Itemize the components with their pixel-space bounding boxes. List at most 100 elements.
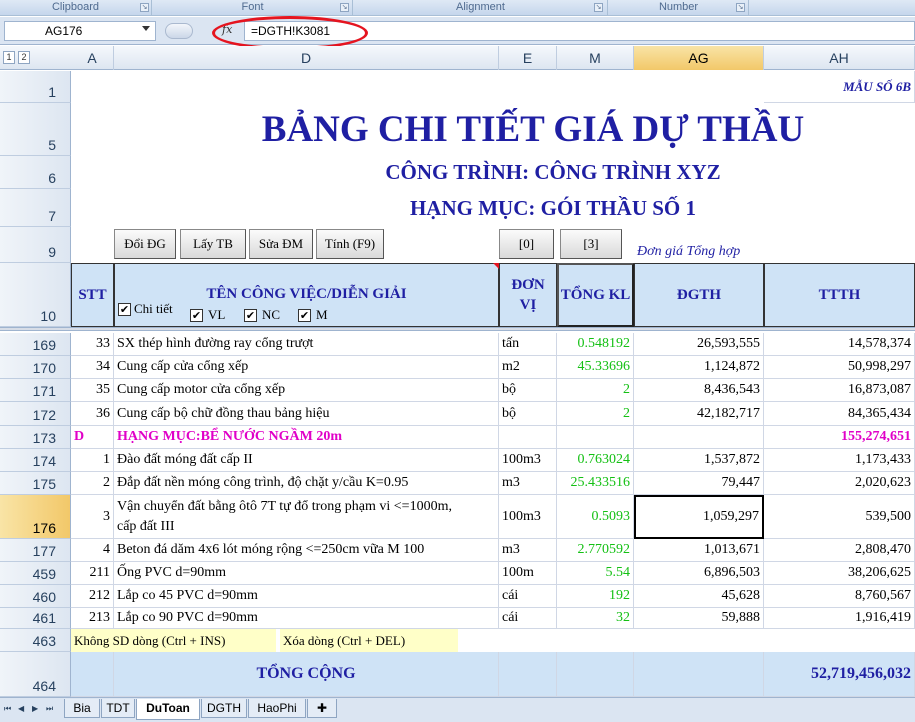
cell-dgth[interactable]: 1,013,671 (634, 539, 764, 562)
row-header[interactable]: 176 (0, 495, 71, 539)
cell-stt[interactable]: 1 (71, 449, 114, 472)
cell-stt[interactable]: 213 (71, 608, 114, 629)
row-header[interactable]: 9 (0, 227, 71, 263)
tab-dutoan[interactable]: DuToan (136, 699, 200, 720)
cell-desc[interactable]: Cung cấp bộ chữ đồng thau bảng hiệu (114, 402, 499, 426)
prev-sheet-icon[interactable]: ◀ (18, 704, 24, 713)
total-cell-a[interactable] (71, 652, 114, 697)
cell-dgth[interactable]: 6,896,503 (634, 562, 764, 585)
col-header-ah[interactable]: AH (764, 46, 915, 70)
cell-ttth[interactable]: 50,998,297 (764, 356, 915, 379)
cell-stt[interactable]: 33 (71, 333, 114, 356)
cell-ttth[interactable]: 1,916,419 (764, 608, 915, 629)
cell-unit[interactable]: bộ (499, 379, 557, 402)
col-header-a[interactable]: A (71, 46, 114, 70)
cell-desc[interactable]: Ống PVC d=90mm (114, 562, 499, 585)
cell-dgth[interactable]: 59,888 (634, 608, 764, 629)
cell-ttth[interactable]: 16,873,087 (764, 379, 915, 402)
nc-checkbox[interactable]: ✔ (244, 309, 257, 322)
next-sheet-icon[interactable]: ▶ (32, 704, 38, 713)
cell-qty[interactable] (557, 426, 634, 449)
row-header[interactable]: 169 (0, 333, 71, 356)
cell-ttth[interactable]: 2,020,623 (764, 472, 915, 495)
row-header[interactable]: 170 (0, 356, 71, 379)
cell-desc[interactable]: SX thép hình đường ray cổng trượt (114, 333, 499, 356)
cell-desc[interactable]: Cung cấp cửa cổng xếp (114, 356, 499, 379)
row-header[interactable]: 177 (0, 539, 71, 562)
row-header[interactable]: 173 (0, 426, 71, 449)
row-header[interactable]: 459 (0, 562, 71, 585)
cell-stt[interactable]: 2 (71, 472, 114, 495)
outline-level-2-button[interactable]: 2 (18, 51, 30, 64)
clipboard-launcher-icon[interactable]: ↘ (140, 3, 149, 12)
cell-dgth[interactable]: 8,436,543 (634, 379, 764, 402)
cell-qty[interactable]: 45.33696 (557, 356, 634, 379)
cell-dgth[interactable]: 1,537,872 (634, 449, 764, 472)
cell-stt[interactable]: 212 (71, 585, 114, 608)
cell-qty[interactable]: 32 (557, 608, 634, 629)
last-sheet-icon[interactable]: ⏭ (46, 704, 53, 714)
m-checkbox[interactable]: ✔ (298, 309, 311, 322)
cell-unit[interactable]: m3 (499, 472, 557, 495)
row-header[interactable]: 464 (0, 652, 71, 697)
cell-unit[interactable]: tấn (499, 333, 557, 356)
row-header[interactable]: 7 (0, 189, 71, 227)
cell-stt[interactable]: 36 (71, 402, 114, 426)
row-header[interactable]: 460 (0, 585, 71, 608)
cell-unit[interactable]: 100m3 (499, 449, 557, 472)
cell-unit[interactable]: m2 (499, 356, 557, 379)
row-header[interactable]: 174 (0, 449, 71, 472)
cell-ttth[interactable]: 2,808,470 (764, 539, 915, 562)
outline-level-1-button[interactable]: 1 (3, 51, 15, 64)
cell-desc[interactable]: HẠNG MỤC:BỂ NƯỚC NGẦM 20m (114, 426, 499, 449)
cell-stt[interactable]: 3 (71, 495, 114, 539)
insert-sheet-icon[interactable]: ✚ (307, 699, 337, 718)
row-header[interactable]: 6 (0, 156, 71, 189)
cell-unit[interactable]: bộ (499, 402, 557, 426)
cell-ttth[interactable]: 1,173,433 (764, 449, 915, 472)
header-qty-button[interactable]: TỔNG KL (557, 263, 634, 327)
lay-tb-button[interactable]: Lấy TB (180, 229, 246, 259)
cell-ttth[interactable]: 539,500 (764, 495, 915, 539)
row-header[interactable]: 463 (0, 629, 71, 652)
active-cell[interactable]: 1,059,297 (634, 495, 764, 539)
cell-stt[interactable]: 34 (71, 356, 114, 379)
cell-qty[interactable]: 0.763024 (557, 449, 634, 472)
cell-qty[interactable]: 192 (557, 585, 634, 608)
cell-ttth[interactable]: 155,274,651 (764, 426, 915, 449)
cell-stt[interactable]: D (71, 426, 114, 449)
cell-desc[interactable]: Đắp đất nền móng công trình, độ chặt y/c… (114, 472, 499, 495)
cell-unit[interactable]: cái (499, 608, 557, 629)
cell-dgth[interactable]: 79,447 (634, 472, 764, 495)
cell-desc[interactable]: Lắp co 45 PVC d=90mm (114, 585, 499, 608)
alignment-launcher-icon[interactable]: ↘ (594, 3, 603, 12)
row-header[interactable]: 175 (0, 472, 71, 495)
first-sheet-icon[interactable]: ⏮ (4, 704, 11, 714)
cell-qty[interactable]: 2.770592 (557, 539, 634, 562)
cell-qty[interactable]: 2 (557, 379, 634, 402)
number-launcher-icon[interactable]: ↘ (736, 3, 745, 12)
cell-unit[interactable] (499, 426, 557, 449)
cell-unit[interactable]: m3 (499, 539, 557, 562)
cell-desc[interactable]: Đào đất móng đất cấp II (114, 449, 499, 472)
grand-total[interactable]: 52,719,456,032 (764, 652, 915, 697)
row-header[interactable]: 172 (0, 402, 71, 426)
cell-qty[interactable]: 25.433516 (557, 472, 634, 495)
vl-checkbox[interactable]: ✔ (190, 309, 203, 322)
cell-dgth[interactable]: 26,593,555 (634, 333, 764, 356)
formula-bar-grip[interactable] (165, 23, 193, 39)
cell-dgth[interactable] (634, 426, 764, 449)
cell-desc[interactable]: Cung cấp motor cửa cổng xếp (114, 379, 499, 402)
total-label[interactable]: TỔNG CỘNG (114, 652, 499, 697)
total-cell-ag[interactable] (634, 652, 764, 697)
cell-qty[interactable]: 5.54 (557, 562, 634, 585)
cell-ttth[interactable]: 14,578,374 (764, 333, 915, 356)
cell-dgth[interactable]: 45,628 (634, 585, 764, 608)
cell-stt[interactable]: 35 (71, 379, 114, 402)
cell-desc[interactable]: Lắp co 90 PVC d=90mm (114, 608, 499, 629)
col-header-m[interactable]: M (557, 46, 634, 70)
cell-qty[interactable]: 0.548192 (557, 333, 634, 356)
doi-dg-button[interactable]: Đổi ĐG (114, 229, 176, 259)
sua-dm-button[interactable]: Sửa ĐM (249, 229, 313, 259)
cell-ttth[interactable]: 84,365,434 (764, 402, 915, 426)
